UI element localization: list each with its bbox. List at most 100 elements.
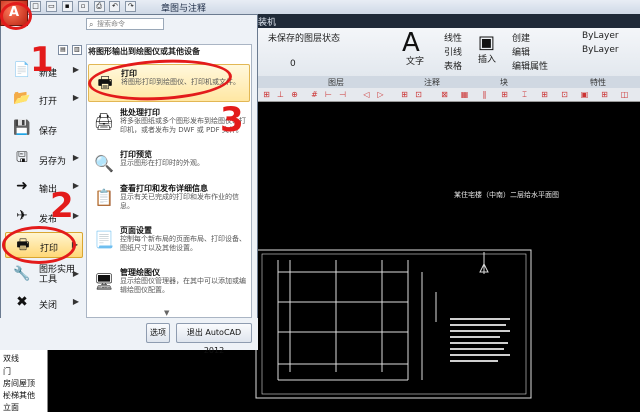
toolbar-tool-icon[interactable]: ⊞ bbox=[500, 90, 509, 99]
panel-label-block: 块 bbox=[500, 78, 508, 87]
saveas-icon[interactable]: ▫ bbox=[77, 1, 89, 12]
submenu-item-plot-preview[interactable]: 🔍 打印预览 显示图形在打印时的外观。 bbox=[88, 146, 250, 184]
palette-item[interactable]: 立面 bbox=[3, 402, 19, 412]
toolbar-tool-icon[interactable]: ⊞ bbox=[262, 90, 271, 99]
utilities-icon: 🔧 bbox=[13, 266, 31, 282]
edit-attributes-button[interactable]: 编辑属性 bbox=[512, 59, 548, 72]
note-line bbox=[450, 342, 508, 344]
palette-item[interactable]: 门 bbox=[3, 366, 11, 377]
annotation-number-3: 3 bbox=[220, 100, 244, 140]
toolbar-tool-icon[interactable]: # bbox=[310, 90, 319, 99]
saveas-disk-icon: 🖫 bbox=[16, 150, 28, 166]
search-icon: ⌕ bbox=[89, 20, 94, 29]
layer-state-dropdown[interactable]: 未保存的图层状态 bbox=[268, 31, 340, 44]
preview-magnifier-icon: 🔍 bbox=[94, 154, 114, 173]
text-label[interactable]: 文字 bbox=[406, 54, 424, 67]
panel-label-properties: 特性 bbox=[590, 78, 606, 87]
chevron-right-icon: ▶ bbox=[72, 297, 79, 306]
palette-item[interactable]: 房间屋顶 bbox=[3, 378, 35, 389]
open-documents-icon[interactable]: ▥ bbox=[71, 45, 82, 55]
insert-block-icon[interactable]: ▣ bbox=[478, 32, 495, 53]
undo-icon[interactable]: ↶ bbox=[109, 1, 121, 12]
print-icon[interactable]: ⎙ bbox=[93, 1, 105, 12]
view-mode-buttons: ▤ ▥ bbox=[58, 44, 83, 55]
toolbar-tool-icon[interactable]: ⊣ bbox=[338, 90, 347, 99]
redo-icon[interactable]: ↷ bbox=[125, 1, 137, 12]
submenu-item-desc: 显示有关已完成的打印和发布作业的信息。 bbox=[120, 193, 239, 210]
submenu-header: 将图形输出到绘图仪或其他设备 bbox=[88, 47, 200, 56]
new-icon[interactable]: □ bbox=[30, 1, 41, 12]
linear-dim-button[interactable]: 线性 bbox=[444, 31, 462, 44]
submenu-item-desc: 显示图形在打印时的外观。 bbox=[120, 159, 204, 167]
open-folder-icon: 📂 bbox=[13, 90, 31, 106]
chevron-right-icon: ▶ bbox=[72, 93, 79, 102]
note-line bbox=[450, 360, 498, 362]
toolbar-tool-icon[interactable]: ◫ bbox=[620, 90, 629, 99]
publish-icon: ✈ bbox=[16, 208, 28, 224]
insert-label[interactable]: 插入 bbox=[478, 52, 496, 65]
toolbar-tool-icon[interactable]: ▣ bbox=[580, 90, 589, 99]
menu-item-open[interactable]: 📂 打开 ▶ bbox=[5, 86, 83, 112]
save-icon[interactable]: ▪ bbox=[61, 1, 73, 12]
menu-item-label: 图形实用工具 bbox=[39, 265, 76, 285]
linetype-bylayer-dropdown[interactable]: ByLayer bbox=[582, 45, 619, 55]
menu-item-label: 关闭 bbox=[39, 301, 58, 311]
annotation-circle-app-button bbox=[0, 2, 32, 30]
note-line bbox=[450, 318, 510, 320]
panel-label-layer: 图层 bbox=[328, 78, 344, 87]
ribbon-tab-fragment[interactable]: 装机 bbox=[258, 15, 276, 28]
close-doc-icon: ✖ bbox=[16, 294, 28, 310]
toolbar-tool-icon[interactable]: ◁ bbox=[362, 90, 371, 99]
chevron-right-icon: ▶ bbox=[72, 153, 79, 162]
toolbar-tool-icon[interactable]: ⊡ bbox=[414, 90, 423, 99]
toolbar-tool-icon[interactable]: ⊡ bbox=[560, 90, 569, 99]
menu-item-save-as[interactable]: 🖫 另存为 ▶ bbox=[5, 146, 83, 172]
submenu-item-page-setup[interactable]: 📃 页面设置 控制每个新布局的页面布局、打印设备、图纸尺寸以及其他设置。 bbox=[88, 222, 250, 260]
color-bylayer-dropdown[interactable]: ByLayer bbox=[582, 31, 619, 41]
toolbar-tool-icon[interactable]: ⌶ bbox=[520, 90, 529, 99]
table-button[interactable]: 表格 bbox=[444, 59, 462, 72]
recent-documents-icon[interactable]: ▤ bbox=[58, 45, 68, 55]
annotation-number-2: 2 bbox=[50, 186, 74, 226]
chevron-right-icon: ▶ bbox=[72, 211, 79, 220]
submenu-item-desc: 显示绘图仪管理器，在其中可以添加或编辑绘图仪配置。 bbox=[120, 277, 246, 294]
menu-item-close[interactable]: ✖ 关闭 ▶ bbox=[5, 290, 83, 316]
layer-number[interactable]: 0 bbox=[290, 59, 296, 69]
tool-palette: 双线 门 房间屋顶 楼梯其他 立面 bbox=[0, 350, 48, 412]
submenu-item-manage-plotters[interactable]: 🖥 管理绘图仪 显示绘图仪管理器，在其中可以添加或编辑绘图仪配置。 bbox=[88, 264, 250, 302]
page-setup-icon: 📃 bbox=[94, 230, 114, 249]
menu-item-utilities[interactable]: 🔧 图形实用工具 ▶ bbox=[5, 262, 83, 288]
toolbar-tool-icon[interactable]: ⊞ bbox=[400, 90, 409, 99]
note-line bbox=[450, 324, 506, 326]
toolbar-tool-icon[interactable]: ⊢ bbox=[324, 90, 333, 99]
scroll-down-icon[interactable]: ▼ bbox=[164, 309, 169, 317]
toolbar-tool-icon[interactable]: ∥ bbox=[480, 90, 489, 99]
panel-label-annotation: 注释 bbox=[424, 78, 440, 87]
chevron-right-icon: ▶ bbox=[72, 269, 79, 278]
open-icon[interactable]: ▭ bbox=[45, 1, 57, 12]
exit-autocad-button[interactable]: 退出 AutoCAD 2012 bbox=[176, 323, 252, 355]
menu-item-label: 保存 bbox=[39, 127, 58, 137]
submenu-item-plot-details[interactable]: 📋 查看打印和发布详细信息 显示有关已完成的打印和发布作业的信息。 bbox=[88, 180, 250, 218]
palette-header[interactable]: 双线 bbox=[3, 353, 19, 364]
toolbar-tool-icon[interactable]: ▷ bbox=[376, 90, 385, 99]
note-line bbox=[450, 348, 504, 350]
toolbar-tool-icon[interactable]: ⊞ bbox=[540, 90, 549, 99]
menu-item-label: 另存为 bbox=[39, 157, 67, 167]
toolbar-tool-icon[interactable]: ⊕ bbox=[290, 90, 299, 99]
menu-item-save[interactable]: 💾 保存 bbox=[5, 116, 83, 142]
ucs-icon: Y bbox=[6, 390, 13, 401]
chevron-right-icon: ▶ bbox=[72, 65, 79, 74]
search-placeholder: 搜索命令 bbox=[97, 20, 125, 28]
edit-block-button[interactable]: 编辑 bbox=[512, 45, 530, 58]
toolbar-tool-icon[interactable]: ▦ bbox=[460, 90, 469, 99]
note-line bbox=[450, 336, 500, 338]
create-block-button[interactable]: 创建 bbox=[512, 31, 530, 44]
options-button[interactable]: 选项 bbox=[146, 323, 170, 343]
leader-button[interactable]: 引线 bbox=[444, 45, 462, 58]
toolbar-tool-icon[interactable]: ⊠ bbox=[440, 90, 449, 99]
details-list-icon: 📋 bbox=[94, 188, 114, 207]
toolbar-tool-icon[interactable]: ⊞ bbox=[600, 90, 609, 99]
toolbar-tool-icon[interactable]: ⊥ bbox=[276, 90, 285, 99]
annotation-circle-print-menu bbox=[2, 226, 76, 264]
